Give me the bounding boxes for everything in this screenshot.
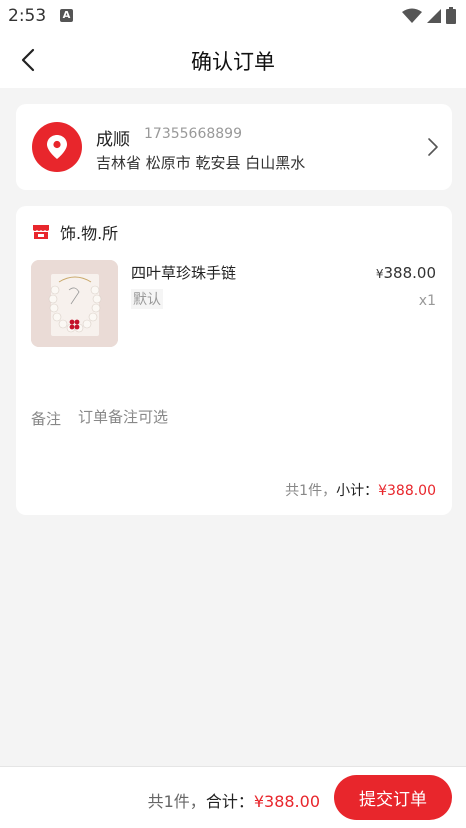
submit-order-button[interactable]: 提交订单 [334,775,452,820]
signal-icon [427,8,441,23]
product-quantity: x1 [418,293,436,309]
price-value: 388.00 [383,264,437,282]
chevron-right-icon [428,138,438,156]
status-bar: 2:53 A [0,0,466,32]
subtotal-amount: ¥388.00 [378,483,436,499]
product-price: ¥388.00 [376,264,436,282]
product-spec: 默认 [131,289,163,309]
remark-input[interactable] [78,404,378,430]
battery-icon [446,7,456,24]
product-name: 四叶草珍珠手链 [131,264,237,282]
subtotal-count: 共1件， [285,483,337,499]
nav-bar: 确认订单 [0,32,466,88]
subtotal: 共1件， 小计： ¥388.00 [285,480,436,500]
shop-icon [33,225,49,239]
recipient-name: 成顺 [96,130,130,150]
total-label: 合计： [205,792,254,811]
order-total: 共1件， 合计： ¥388.00 [148,788,320,812]
page-title: 确认订单 [191,50,275,74]
wifi-icon [402,8,422,23]
remark-label: 备注 [31,410,62,428]
address-detail: 吉林省 松原市 乾安县 白山黑水 [96,154,306,172]
total-count: 共1件， [147,792,206,811]
total-amount: ¥388.00 [253,792,320,811]
notification-icon: A [60,9,73,22]
status-icons [402,7,456,24]
shop-header: 饰.物.所 [32,220,118,244]
shop-name: 饰.物.所 [60,224,119,243]
currency-symbol: ¥ [375,267,384,281]
recipient-phone: 17355668899 [144,126,242,142]
product-image[interactable] [31,260,118,347]
location-pin-icon [32,122,82,172]
subtotal-label: 小计： [336,483,379,499]
order-card: 饰.物.所 四叶草珍珠手链 默认 ¥388.00 x1 备注 共1件， 小计： … [16,206,452,515]
bottom-bar: 共1件， 合计： ¥388.00 提交订单 [0,766,466,828]
address-card[interactable]: 成顺 17355668899 吉林省 松原市 乾安县 白山黑水 [16,104,452,190]
status-time: 2:53 [8,6,47,26]
